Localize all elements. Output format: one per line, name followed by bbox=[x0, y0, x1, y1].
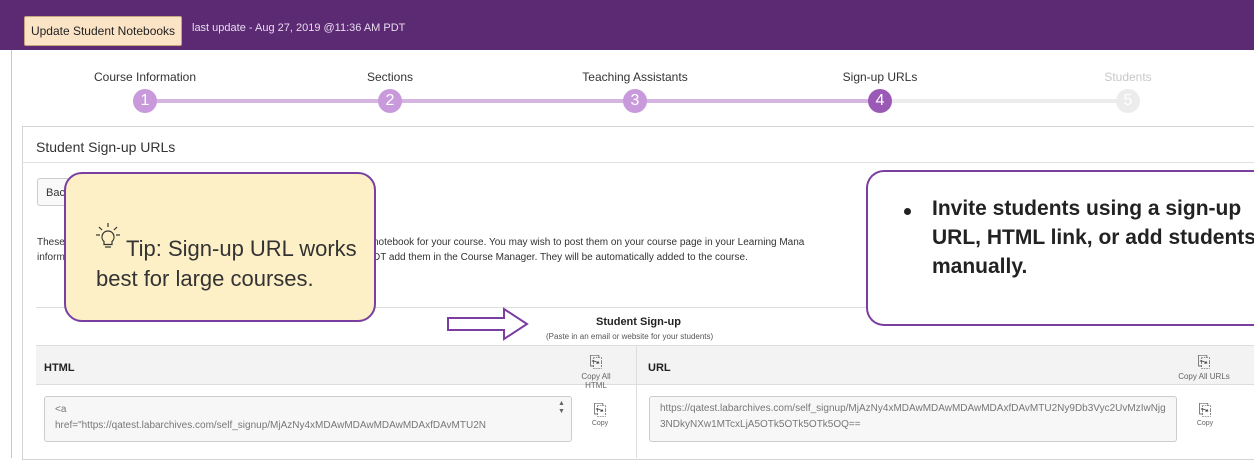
wizard-steps: Course Information Sections Teaching Ass… bbox=[0, 50, 1254, 124]
copy-all-urls-button[interactable]: ⎘ Copy All URLs bbox=[1176, 354, 1232, 381]
description-line1-left: These bbox=[37, 237, 65, 248]
update-student-notebooks-button[interactable]: Update Student Notebooks bbox=[24, 16, 182, 46]
step-label-sign-up-urls[interactable]: Sign-up URLs bbox=[843, 70, 918, 84]
student-signup-heading: Student Sign-up bbox=[596, 316, 681, 328]
html-signup-textarea[interactable]: <a href="https://qatest.labarchives.com/… bbox=[44, 396, 572, 442]
right-arrow-icon bbox=[447, 307, 529, 341]
copy-html-button[interactable]: ⎘ Copy bbox=[585, 402, 615, 427]
tip-text: Tip: Sign-up URL works best for large co… bbox=[96, 236, 357, 291]
description-line2-left: inform bbox=[37, 252, 65, 263]
copy-all-html-label: Copy All HTML bbox=[581, 372, 611, 390]
step-connector-1-2 bbox=[145, 99, 390, 103]
panel-divider bbox=[22, 162, 1254, 163]
step-circle-4-active[interactable]: 4 bbox=[868, 89, 892, 113]
student-signup-subheading: (Paste in an email or website for your s… bbox=[546, 332, 714, 341]
step-circle-3[interactable]: 3 bbox=[623, 89, 647, 113]
copy-icon: ⎘ bbox=[593, 402, 607, 419]
html-column-header: HTML bbox=[44, 362, 75, 374]
step-connector-2-3 bbox=[390, 99, 635, 103]
copy-all-urls-label: Copy All URLs bbox=[1178, 372, 1230, 381]
step-connector-4-5 bbox=[880, 99, 1128, 103]
copy-icon: ⎘ bbox=[1198, 402, 1212, 419]
step-label-teaching-assistants[interactable]: Teaching Assistants bbox=[582, 70, 687, 84]
description-line2-right: DT add them in the Course Manager. They … bbox=[373, 252, 748, 263]
textarea-scroll-arrows[interactable]: ▲ ▼ bbox=[558, 400, 565, 416]
copy-icon: ⎘ bbox=[1197, 354, 1211, 371]
step-label-sections[interactable]: Sections bbox=[367, 70, 413, 84]
copy-icon: ⎘ bbox=[589, 354, 603, 371]
description-line1-right: notebook for your course. You may wish t… bbox=[373, 237, 805, 248]
copy-html-label: Copy bbox=[591, 420, 609, 427]
instruction-callout-text: Invite students using a sign-up URL, HTM… bbox=[932, 197, 1254, 278]
copy-all-html-button[interactable]: ⎘ Copy All HTML bbox=[571, 354, 621, 390]
column-divider bbox=[636, 345, 637, 458]
url-column-header: URL bbox=[648, 362, 671, 374]
step-circle-2[interactable]: 2 bbox=[378, 89, 402, 113]
step-circle-1[interactable]: 1 bbox=[133, 89, 157, 113]
step-label-students[interactable]: Students bbox=[1104, 70, 1151, 84]
copy-url-label: Copy bbox=[1196, 420, 1214, 427]
last-update-text: last update - Aug 27, 2019 @11:36 AM PDT bbox=[192, 22, 406, 34]
step-circle-5[interactable]: 5 bbox=[1116, 89, 1140, 113]
copy-url-button[interactable]: ⎘ Copy bbox=[1190, 402, 1220, 427]
step-connector-3-4 bbox=[635, 99, 880, 103]
step-label-course-information[interactable]: Course Information bbox=[94, 70, 196, 84]
table-header-row bbox=[36, 345, 1254, 385]
panel-title: Student Sign-up URLs bbox=[36, 139, 176, 155]
url-signup-textarea[interactable]: https://qatest.labarchives.com/self_sign… bbox=[649, 396, 1177, 442]
top-bar bbox=[0, 0, 1254, 50]
